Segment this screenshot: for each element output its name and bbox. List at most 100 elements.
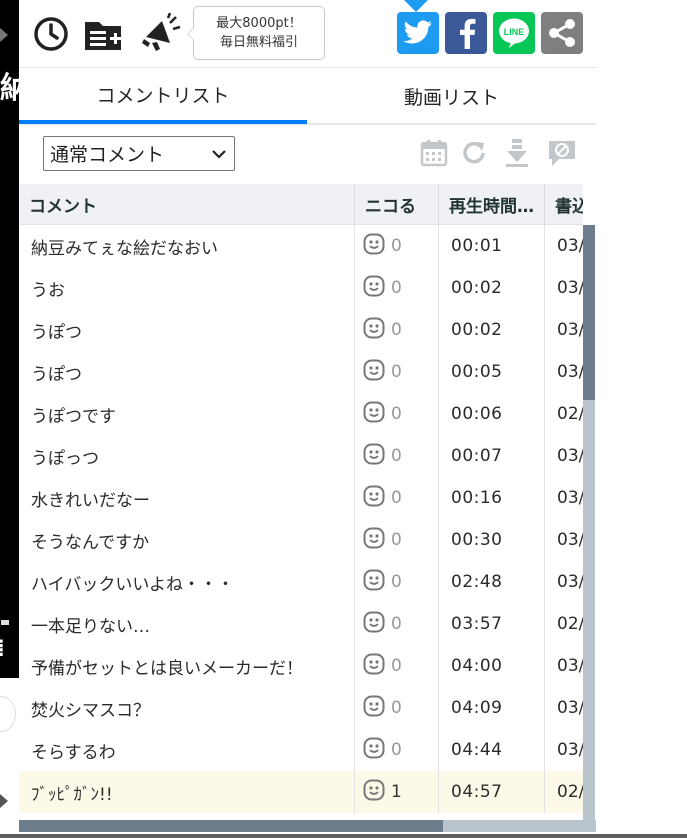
lottery-promo-bubble[interactable]: 最大8000pt！ 毎日無料福引 (187, 6, 325, 60)
posted-date: 03/ (557, 698, 583, 718)
video-frame-glyph-icon: ⁞ (0, 634, 5, 662)
twitter-share-button[interactable] (397, 12, 439, 54)
playback-time: 00:05 (439, 351, 545, 393)
nicoru-icon[interactable] (363, 779, 385, 806)
comment-text: うぽっつ (19, 435, 355, 477)
table-row[interactable]: ハイバックいいよね・・・ 0 02:48 03/ (19, 561, 583, 603)
nicoru-cell: 0 (355, 393, 439, 435)
comment-off-icon[interactable] (547, 138, 577, 168)
table-row[interactable]: うぽつです 0 00:06 02/ (19, 393, 583, 435)
nicoru-icon[interactable] (363, 317, 385, 344)
nicoru-icon[interactable] (363, 275, 385, 302)
table-row[interactable]: 予備がセットとは良いメーカーだ！ 0 04:00 03/ (19, 645, 583, 687)
playback-time: 04:00 (439, 645, 545, 687)
nicoru-count: 0 (391, 404, 402, 424)
column-header-posted-date[interactable]: 書込 (545, 184, 583, 225)
nicoru-count: 1 (391, 782, 402, 802)
playback-time: 00:02 (439, 267, 545, 309)
comment-table: コメント ニコる 再生時間… 書込 納豆みてぇな絵だなおい 0 00:01 03/うお… (19, 184, 583, 820)
refresh-icon[interactable] (459, 138, 489, 168)
nicoru-icon[interactable] (363, 401, 385, 428)
twitter-icon (403, 20, 432, 44)
horizontal-scrollbar-thumb[interactable] (19, 820, 443, 832)
comment-text: 水きれいだなー (19, 477, 355, 519)
vertical-scrollbar-thumb[interactable] (583, 225, 595, 400)
tab-comment-list[interactable]: コメントリスト (19, 68, 307, 124)
playback-time: 00:30 (439, 519, 545, 561)
nicoru-cell: 0 (355, 267, 439, 309)
table-row[interactable]: うぽっつ 0 00:07 03/ (19, 435, 583, 477)
vertical-scrollbar[interactable] (583, 225, 595, 820)
playback-time: 04:09 (439, 687, 545, 729)
nicoru-icon[interactable] (363, 695, 385, 722)
nicoru-icon[interactable] (363, 485, 385, 512)
twitter-indicator-caret (404, 0, 428, 12)
video-nav-arrow-icon[interactable] (0, 28, 8, 42)
history-icon[interactable] (31, 14, 71, 54)
nicoru-icon[interactable] (363, 527, 385, 554)
table-row[interactable]: そらするわ 0 04:44 03/ (19, 729, 583, 771)
tab-video-list[interactable]: 動画リスト (307, 68, 596, 124)
posted-date: 03/ (557, 362, 583, 382)
posted-date: 03/ (557, 740, 583, 760)
table-row[interactable]: うぽつ 0 00:02 03/ (19, 309, 583, 351)
comment-text: ﾌﾞｯﾋﾟｶﾞﾝ!! (19, 771, 355, 813)
comment-text: うぽつ (19, 309, 355, 351)
line-label: LINE (504, 27, 525, 37)
megaphone-icon[interactable] (139, 12, 183, 54)
column-header-playback-time[interactable]: 再生時間… (439, 184, 545, 225)
column-header-comment[interactable]: コメント (19, 184, 355, 225)
video-frame-text: 納 (0, 71, 19, 106)
nicoru-icon[interactable] (363, 653, 385, 680)
taskbar-edge (0, 834, 687, 838)
table-row[interactable]: ﾌﾞｯﾋﾟｶﾞﾝ!! 1 04:57 02/ (19, 771, 583, 813)
nicoru-cell: 0 (355, 351, 439, 393)
comment-text: ハイバックいいよね・・・ (19, 561, 355, 603)
playback-time: 04:44 (439, 729, 545, 771)
playback-time: 04:57 (439, 771, 545, 813)
nicoru-count: 0 (391, 656, 402, 676)
nicoru-cell: 0 (355, 603, 439, 645)
nicoru-icon[interactable] (363, 443, 385, 470)
nicoru-icon[interactable] (363, 569, 385, 596)
calendar-icon[interactable] (419, 138, 449, 168)
nicoru-count: 0 (391, 740, 402, 760)
promo-line-1: 最大8000pt！ (216, 16, 302, 31)
video-frame-mark (1, 620, 9, 625)
posted-date: 02/ (557, 404, 583, 424)
column-header-nicoru[interactable]: ニコる (355, 184, 439, 225)
facebook-share-button[interactable] (445, 12, 487, 54)
comment-text: 納豆みてぇな絵だなおい (19, 225, 355, 267)
nicoru-icon[interactable] (363, 611, 385, 638)
playback-time: 00:01 (439, 225, 545, 267)
share-button[interactable] (541, 12, 583, 54)
table-row[interactable]: 焚火シマスコ？ 0 04:09 03/ (19, 687, 583, 729)
share-icon (549, 19, 575, 47)
download-icon[interactable] (502, 138, 532, 168)
line-share-button[interactable]: LINE (493, 12, 535, 54)
posted-date: 02/ (557, 614, 583, 634)
playlist-add-icon[interactable] (82, 14, 126, 54)
playback-time: 00:07 (439, 435, 545, 477)
table-row[interactable]: うお 0 00:02 03/ (19, 267, 583, 309)
table-row[interactable]: 水きれいだなー 0 00:16 03/ (19, 477, 583, 519)
nicoru-count: 0 (391, 530, 402, 550)
table-row[interactable]: 一本足りない… 0 03:57 02/ (19, 603, 583, 645)
nicoru-icon[interactable] (363, 233, 385, 260)
table-row[interactable]: うぽつ 0 00:05 03/ (19, 351, 583, 393)
list-tabs: コメントリスト 動画リスト (19, 67, 596, 125)
promo-line-2: 毎日無料福引 (219, 35, 298, 50)
nicoru-icon[interactable] (363, 737, 385, 764)
video-player-edge: 納 ⁞ (0, 0, 19, 678)
table-row[interactable]: 納豆みてぇな絵だなおい 0 00:01 03/ (19, 225, 583, 267)
nicoru-icon[interactable] (363, 359, 385, 386)
comment-type-select[interactable]: 通常コメント (43, 136, 235, 171)
nicoru-count: 0 (391, 362, 402, 382)
horizontal-scrollbar[interactable] (19, 820, 596, 832)
nicoru-count: 0 (391, 278, 402, 298)
posted-date: 03/ (557, 446, 583, 466)
video-round-button[interactable] (0, 696, 16, 732)
play-arrow-icon[interactable] (0, 794, 8, 808)
comment-text: そらするわ (19, 729, 355, 771)
table-row[interactable]: そうなんですか 0 00:30 03/ (19, 519, 583, 561)
